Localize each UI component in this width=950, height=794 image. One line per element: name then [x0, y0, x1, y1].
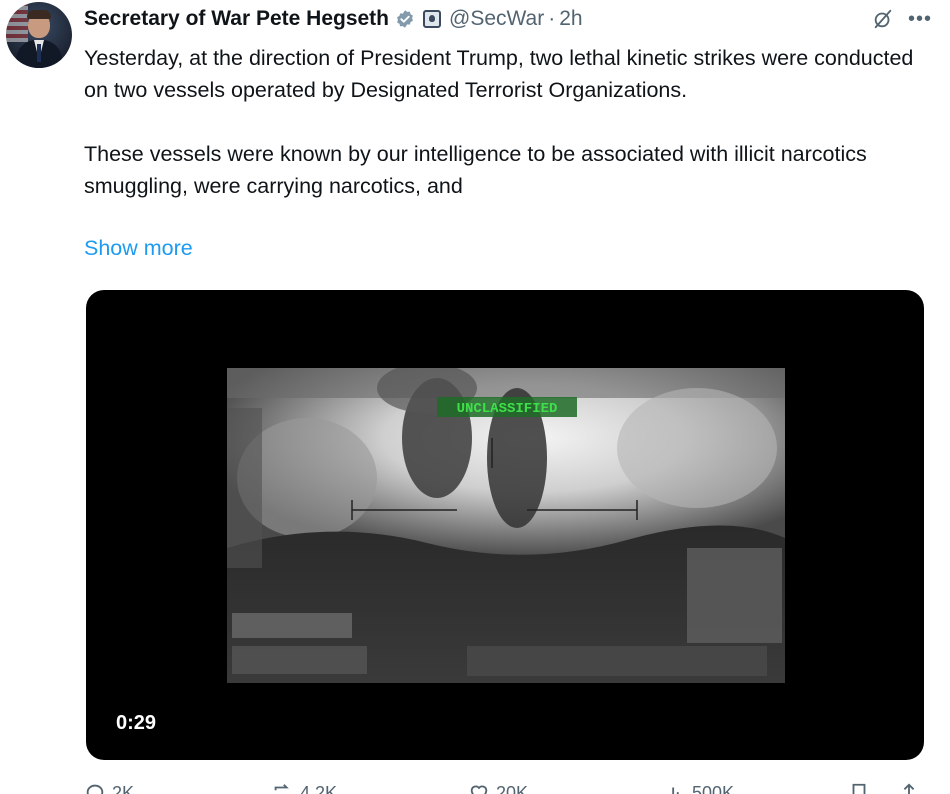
action-bar: 2K 4.2K 20K 500K	[84, 778, 924, 794]
reply-icon	[86, 784, 104, 794]
separator: ·	[548, 7, 556, 30]
author-name[interactable]: Secretary of War Pete Hegseth	[84, 7, 389, 31]
reply-count: 2K	[112, 782, 135, 794]
share-icon	[903, 783, 915, 794]
verified-badge-icon[interactable]	[395, 9, 415, 29]
avatar-hair	[27, 10, 51, 19]
reply-button[interactable]: 2K	[84, 782, 134, 794]
more-icon[interactable]: •••	[908, 8, 932, 31]
bookmark-icon	[852, 783, 866, 794]
show-more-link[interactable]: Show more	[84, 236, 193, 261]
video-frame: UNCLASSIFIED	[227, 368, 785, 683]
avatar-tie	[37, 44, 41, 62]
author-handle[interactable]: @SecWar	[449, 7, 544, 31]
repost-count: 4.2K	[300, 782, 338, 794]
author-avatar[interactable]	[6, 2, 72, 68]
repost-button[interactable]: 4.2K	[270, 782, 337, 794]
video-player[interactable]: UNCLASSIFIED 0:29	[86, 290, 924, 760]
video-duration: 0:29	[116, 712, 157, 734]
grok-icon[interactable]	[872, 8, 894, 30]
tweet-paragraph-2: These vessels were known by our intellig…	[84, 142, 867, 198]
government-seal-icon[interactable]	[423, 10, 442, 28]
tweet-header: Secretary of War Pete Hegseth @SecWar · …	[84, 6, 932, 32]
video-still-image: UNCLASSIFIED	[227, 368, 785, 683]
tweet-paragraph-1: Yesterday, at the direction of President…	[84, 46, 914, 102]
like-count: 20K	[496, 782, 529, 794]
classification-label: UNCLASSIFIED	[457, 401, 558, 417]
views-button[interactable]: 500K	[664, 782, 734, 794]
post-time[interactable]: 2h	[559, 7, 582, 31]
views-icon	[672, 787, 679, 794]
share-button[interactable]	[898, 782, 920, 794]
like-button[interactable]: 20K	[468, 782, 528, 794]
tweet-text: Yesterday, at the direction of President…	[84, 42, 924, 202]
repost-icon	[274, 784, 289, 791]
view-count: 500K	[692, 782, 735, 794]
heart-icon	[470, 785, 488, 794]
bookmark-button[interactable]	[848, 782, 870, 794]
avatar-flag	[6, 2, 28, 42]
